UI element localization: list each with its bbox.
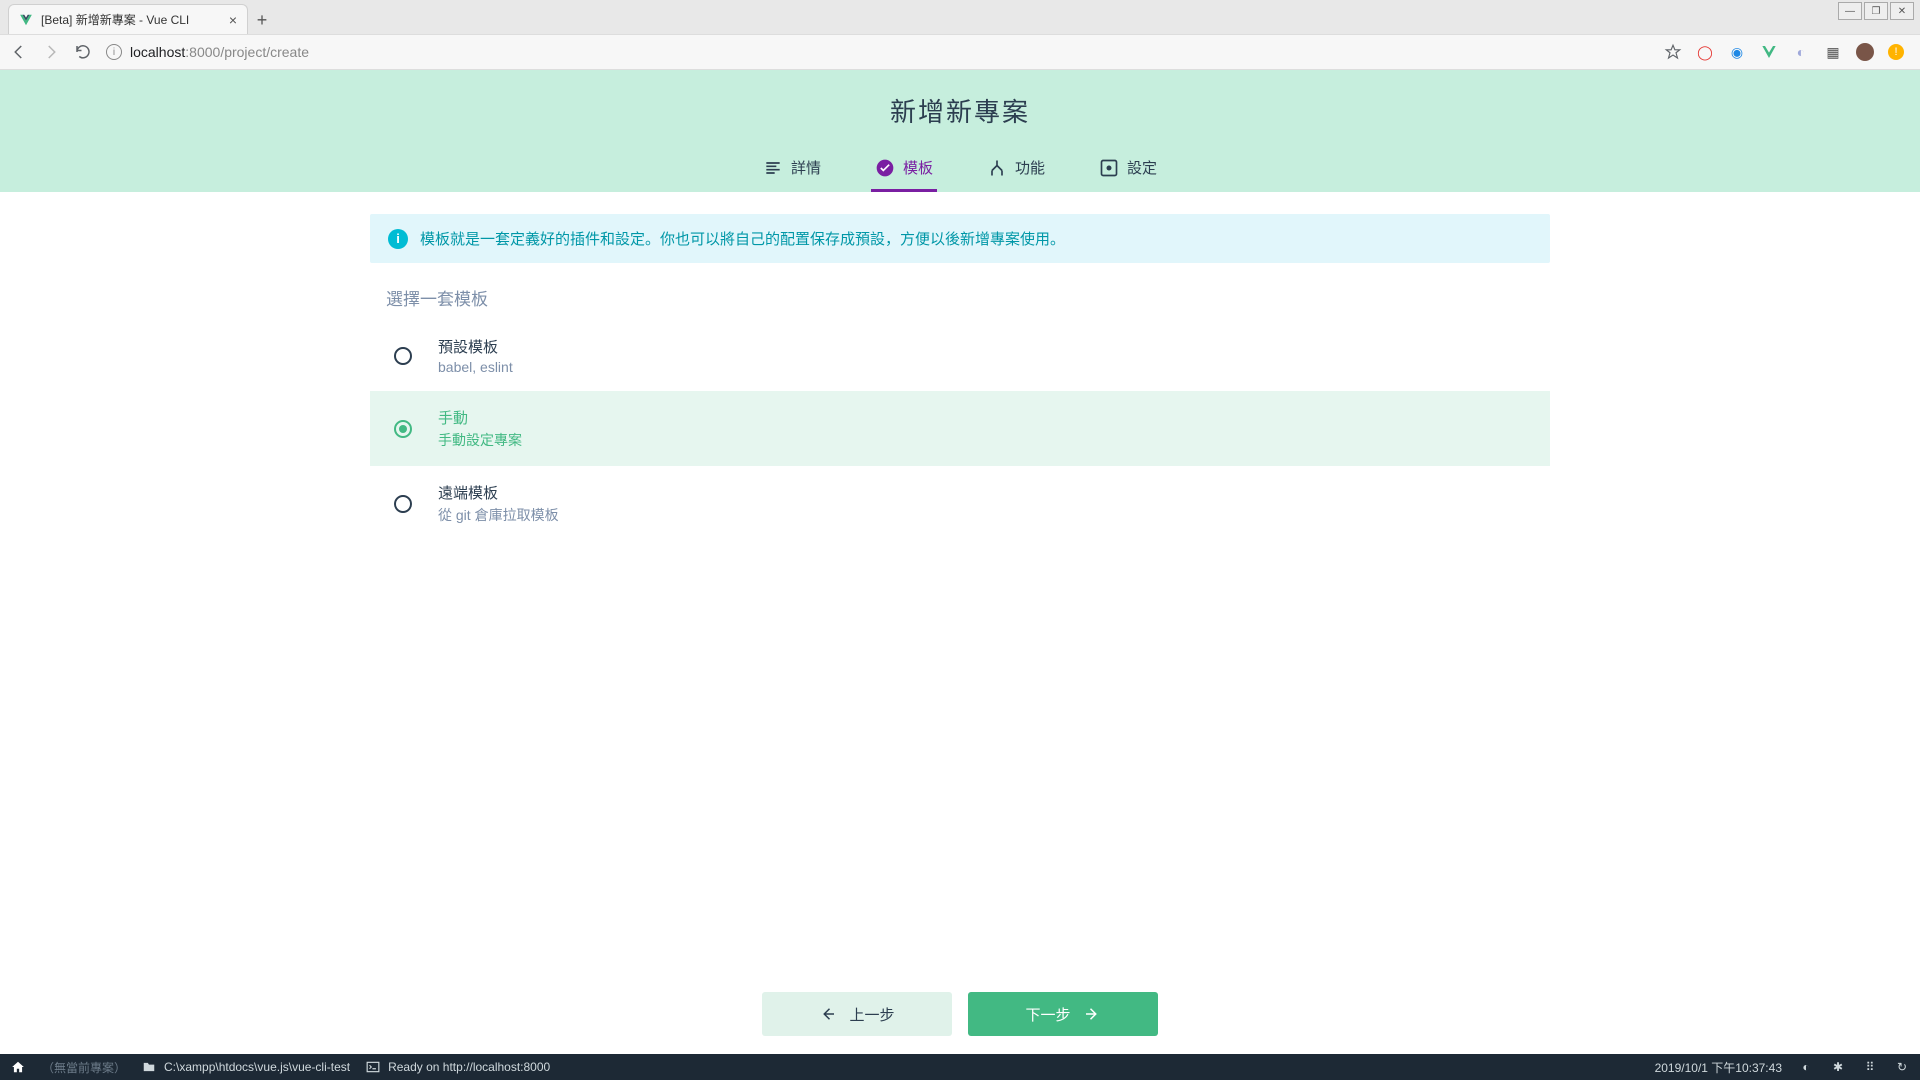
theme-icon[interactable]: ◐: [1798, 1059, 1814, 1075]
preset-default[interactable]: 預設模板 babel, eslint: [370, 320, 1550, 391]
step-details[interactable]: 詳情: [759, 147, 825, 192]
step-config[interactable]: 設定: [1095, 147, 1161, 192]
home-icon[interactable]: [10, 1059, 26, 1075]
status-clock: 2019/10/1 下午10:37:43: [1655, 1059, 1782, 1076]
preset-desc: 從 git 倉庫拉取模板: [438, 505, 559, 525]
bookmark-star-icon[interactable]: [1664, 43, 1682, 61]
reload-button[interactable]: [74, 43, 92, 61]
check-circle-icon: [875, 158, 895, 178]
footer-buttons: 上一步 下一步: [0, 992, 1920, 1036]
forward-button[interactable]: [42, 43, 60, 61]
step-label: 功能: [1015, 157, 1045, 178]
details-icon: [763, 158, 783, 178]
status-ready-seg[interactable]: Ready on http://localhost:8000: [366, 1060, 550, 1074]
radio-icon: [394, 420, 412, 438]
url-field[interactable]: i localhost:8000/project/create: [106, 44, 1650, 60]
page-title: 新增新專案: [0, 92, 1920, 147]
tab-title: [Beta] 新增新專案 - Vue CLI: [41, 11, 221, 28]
main-content: i 模板就是一套定義好的插件和設定。你也可以將自己的配置保存成預設，方便以後新增…: [370, 192, 1550, 541]
refresh-icon[interactable]: ↻: [1894, 1059, 1910, 1075]
radio-icon: [394, 495, 412, 513]
info-text: 模板就是一套定義好的插件和設定。你也可以將自己的配置保存成預設，方便以後新增專案…: [420, 228, 1065, 249]
window-controls: — ❐ ✕: [1838, 2, 1914, 20]
status-path-seg[interactable]: C:\xampp\htdocs\vue.js\vue-cli-test: [142, 1060, 350, 1074]
preset-manual[interactable]: 手動 手動設定專案: [370, 391, 1550, 466]
info-icon: i: [388, 229, 408, 249]
extension-icon[interactable]: ▦: [1824, 43, 1842, 61]
info-banner: i 模板就是一套定義好的插件和設定。你也可以將自己的配置保存成預設，方便以後新增…: [370, 214, 1550, 263]
status-no-project: （無當前專案）: [42, 1059, 126, 1076]
status-path: C:\xampp\htdocs\vue.js\vue-cli-test: [164, 1060, 350, 1074]
extension-icon[interactable]: ◐: [1792, 43, 1810, 61]
preset-desc: babel, eslint: [438, 359, 513, 375]
extension-icon[interactable]: [1760, 43, 1778, 61]
section-title: 選擇一套模板: [370, 263, 1550, 320]
prev-label: 上一步: [849, 1004, 894, 1025]
step-label: 設定: [1127, 157, 1157, 178]
translate-icon[interactable]: ⠿: [1862, 1059, 1878, 1075]
tab-close-icon[interactable]: ×: [229, 12, 237, 28]
features-icon: [987, 158, 1007, 178]
browser-tab[interactable]: [Beta] 新增新專案 - Vue CLI ×: [8, 4, 248, 34]
page-header: 新增新專案 詳情 模板 功能: [0, 70, 1920, 192]
vue-favicon: [19, 13, 33, 27]
terminal-icon: [366, 1060, 380, 1074]
site-info-icon[interactable]: i: [106, 44, 122, 60]
settings-icon: [1099, 158, 1119, 178]
status-bar: （無當前專案） C:\xampp\htdocs\vue.js\vue-cli-t…: [0, 1054, 1920, 1080]
next-button[interactable]: 下一步: [968, 992, 1158, 1036]
bug-icon[interactable]: ✱: [1830, 1059, 1846, 1075]
new-tab-button[interactable]: +: [248, 6, 276, 34]
window-close-button[interactable]: ✕: [1890, 2, 1914, 20]
address-bar: i localhost:8000/project/create ◯ ◉ ◐ ▦ …: [0, 34, 1920, 70]
window-minimize-button[interactable]: —: [1838, 2, 1862, 20]
preset-title: 手動: [438, 407, 522, 428]
preset-title: 預設模板: [438, 336, 513, 357]
step-label: 詳情: [791, 157, 821, 178]
url-host: localhost: [130, 44, 185, 60]
step-presets[interactable]: 模板: [871, 147, 937, 192]
preset-desc: 手動設定專案: [438, 430, 522, 450]
step-features[interactable]: 功能: [983, 147, 1049, 192]
tab-strip: [Beta] 新增新專案 - Vue CLI × + — ❐ ✕: [0, 0, 1920, 34]
preset-title: 遠端模板: [438, 482, 559, 503]
step-tabs: 詳情 模板 功能 設定: [0, 147, 1920, 192]
preset-remote[interactable]: 遠端模板 從 git 倉庫拉取模板: [370, 466, 1550, 541]
arrow-left-icon: [819, 1005, 837, 1023]
back-button[interactable]: [10, 43, 28, 61]
status-ready: Ready on http://localhost:8000: [388, 1060, 550, 1074]
step-label: 模板: [903, 157, 933, 178]
extension-icon[interactable]: ◉: [1728, 43, 1746, 61]
viewport: 新增新專案 詳情 模板 功能: [0, 70, 1920, 1054]
extension-icon[interactable]: ◯: [1696, 43, 1714, 61]
prev-button[interactable]: 上一步: [762, 992, 952, 1036]
url-port: :8000: [185, 44, 220, 60]
url-path: /project/create: [220, 44, 309, 60]
next-label: 下一步: [1025, 1004, 1070, 1025]
folder-icon: [142, 1060, 156, 1074]
radio-icon: [394, 347, 412, 365]
extension-icon[interactable]: !: [1888, 44, 1904, 60]
arrow-right-icon: [1083, 1005, 1101, 1023]
profile-avatar[interactable]: [1856, 43, 1874, 61]
window-maximize-button[interactable]: ❐: [1864, 2, 1888, 20]
extensions-area: ◯ ◉ ◐ ▦ !: [1696, 43, 1910, 61]
